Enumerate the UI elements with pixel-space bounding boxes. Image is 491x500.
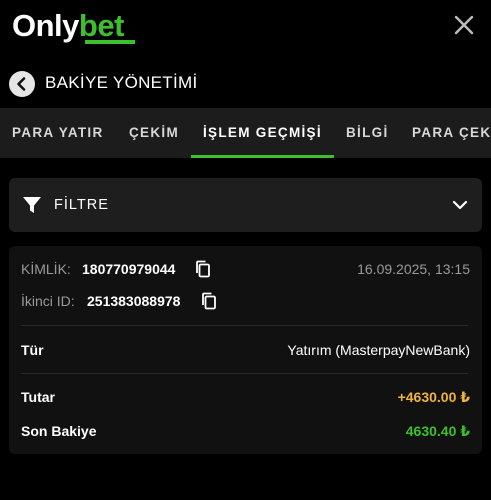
second-id-value: 251383088978 (87, 293, 181, 309)
id-value: 180770979044 (82, 261, 176, 277)
tab-bilgi[interactable]: BİLGİ (346, 108, 389, 158)
back-button[interactable] (9, 71, 35, 97)
type-label: Tür (21, 342, 44, 358)
page-title: BAKİYE YÖNETİMİ (45, 73, 198, 92)
active-tab-indicator (191, 155, 334, 158)
transaction-card: KİMLİK: 180770979044 16.09.2025, 13:15 İ… (9, 246, 482, 454)
chevron-left-icon (17, 77, 26, 91)
divider (21, 373, 468, 374)
divider (21, 325, 468, 326)
tab-islem-gecmisi[interactable]: İŞLEM GEÇMİŞİ (203, 108, 322, 158)
transaction-date: 16.09.2025, 13:15 (357, 261, 470, 277)
tab-cekim[interactable]: ÇEKİM (129, 108, 179, 158)
amount-label: Tutar (21, 389, 55, 405)
filter-label: FİLTRE (54, 197, 109, 213)
id-label: KİMLİK: (21, 261, 71, 277)
top-bar: Onlybet (0, 0, 491, 56)
filter-toggle[interactable]: FİLTRE (9, 178, 482, 232)
close-icon[interactable] (449, 10, 479, 40)
tab-para-cekme[interactable]: PARA ÇEKME (412, 108, 491, 158)
balance-label: Son Bakiye (21, 423, 97, 439)
logo-text-only: Only (12, 8, 79, 43)
amount-value: +4630.00 ₺ (397, 389, 470, 405)
copy-icon[interactable] (195, 260, 211, 278)
logo-underline (85, 40, 135, 44)
type-value: Yatırım (MasterpayNewBank) (287, 342, 470, 358)
logo-text-bet: bet (78, 8, 125, 43)
chevron-down-icon (452, 200, 468, 210)
copy-icon[interactable] (201, 292, 217, 310)
tab-bar: PARA YATIR ÇEKİM İŞLEM GEÇMİŞİ BİLGİ PAR… (0, 108, 491, 158)
second-id-label: İkinci ID: (21, 293, 75, 309)
funnel-icon (23, 197, 41, 213)
balance-value: 4630.40 ₺ (405, 423, 470, 439)
tab-para-yatir[interactable]: PARA YATIR (12, 108, 104, 158)
